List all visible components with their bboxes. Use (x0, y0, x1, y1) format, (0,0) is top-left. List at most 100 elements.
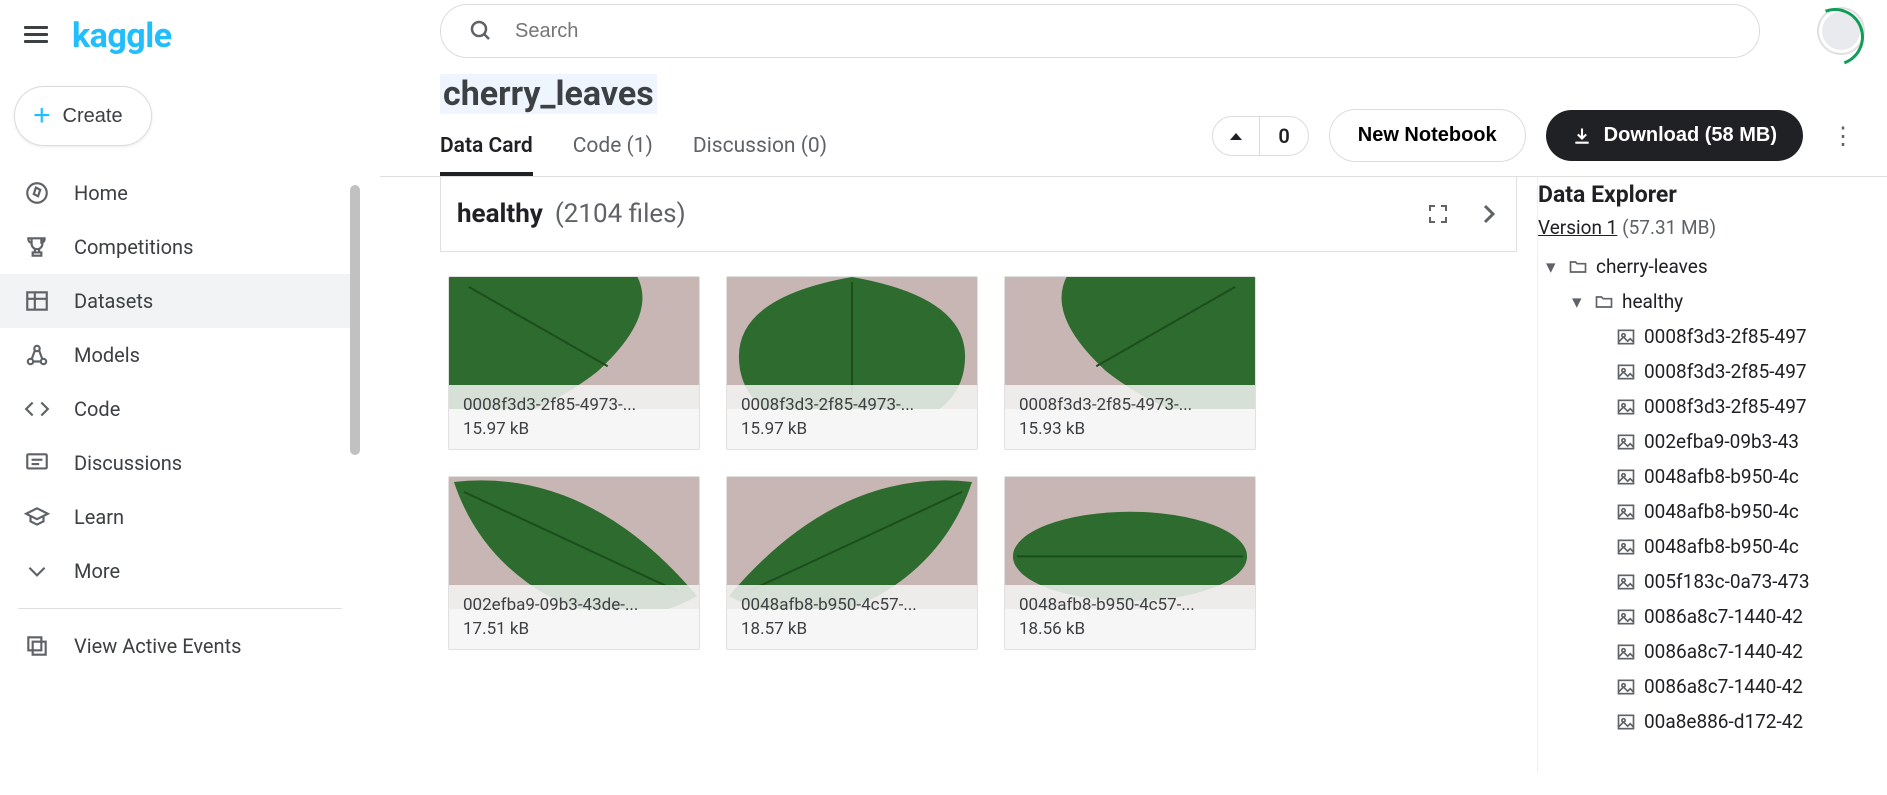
image-file-icon (1616, 397, 1636, 417)
menu-toggle[interactable] (24, 22, 52, 50)
thumbnail-filename: 0008f3d3-2f85-4973-... (741, 395, 963, 415)
trophy-icon (24, 234, 50, 260)
file-count: (2104 files) (555, 199, 686, 229)
version-link[interactable]: Version 1 (1538, 216, 1617, 239)
download-icon (1572, 126, 1592, 146)
nav-divider (18, 608, 342, 609)
thumbnail-meta: 0048afb8-b950-4c57-... 18.57 kB (727, 585, 977, 649)
thumbnail[interactable]: 0008f3d3-2f85-4973-... 15.93 kB (1004, 276, 1256, 450)
tree-folder-sub[interactable]: ▾ healthy (1538, 284, 1879, 319)
view-active-events[interactable]: View Active Events (0, 619, 360, 673)
tree-file[interactable]: 0008f3d3-2f85-497 (1538, 389, 1879, 424)
image-file-icon (1616, 467, 1636, 487)
tree-file[interactable]: 0086a8c7-1440-42 (1538, 634, 1879, 669)
topbar (380, 0, 1887, 62)
folder-header: healthy (2104 files) (440, 177, 1517, 252)
nav-item-learn[interactable]: Learn (0, 490, 360, 544)
chevron-right-icon[interactable] (1476, 202, 1500, 226)
folder-name: healthy (457, 199, 543, 229)
image-file-icon (1616, 362, 1636, 382)
search-box[interactable] (440, 4, 1760, 58)
explorer-title: Data Explorer (1538, 177, 1879, 216)
thumbnail[interactable]: 0008f3d3-2f85-4973-... 15.97 kB (448, 276, 700, 450)
thumbnail-meta: 0008f3d3-2f85-4973-... 15.97 kB (727, 385, 977, 449)
tree-file[interactable]: 002efba9-09b3-43 (1538, 424, 1879, 459)
nav-item-discussions[interactable]: Discussions (0, 436, 360, 490)
thumbnail-filename: 002efba9-09b3-43de-... (463, 595, 685, 615)
folder-icon (1594, 292, 1614, 312)
thumbnail-size: 15.97 kB (741, 419, 963, 439)
thumbnail-filename: 0008f3d3-2f85-4973-... (1019, 395, 1241, 415)
sidebar-scrollbar[interactable] (350, 185, 360, 455)
caret-down-icon: ▾ (1572, 290, 1586, 313)
nav-item-models[interactable]: Models (0, 328, 360, 382)
main: cherry_leaves Data Card Code (1) Discussio… (380, 0, 1887, 795)
thumbnail-size: 15.97 kB (463, 419, 685, 439)
tree-file[interactable]: 0008f3d3-2f85-497 (1538, 354, 1879, 389)
nav-item-home[interactable]: Home (0, 166, 360, 220)
tabs: Data Card Code (1) Discussion (0) (440, 134, 1212, 176)
tree-file[interactable]: 0008f3d3-2f85-497 (1538, 319, 1879, 354)
thumbnail-size: 18.56 kB (1019, 619, 1241, 639)
search-icon (469, 19, 493, 43)
caret-down-icon: ▾ (1546, 255, 1560, 278)
thumbnail-meta: 0008f3d3-2f85-4973-... 15.93 kB (1005, 385, 1255, 449)
dataset-header: cherry_leaves Data Card Code (1) Discussio… (380, 62, 1887, 176)
tree-folder-root[interactable]: ▾ cherry-leaves (1538, 249, 1879, 284)
tree-file[interactable]: 0048afb8-b950-4c (1538, 494, 1879, 529)
thumbnail-size: 17.51 kB (463, 619, 685, 639)
tab-discussion-[interactable]: Discussion (0) (693, 134, 827, 176)
thumbnail[interactable]: 0008f3d3-2f85-4973-... 15.97 kB (726, 276, 978, 450)
thumbnail-size: 18.57 kB (741, 619, 963, 639)
code-icon (24, 396, 50, 422)
sidebar: kaggle + Create HomeCompetitionsDatasets… (0, 0, 360, 795)
image-file-icon (1616, 502, 1636, 522)
upvote-button[interactable] (1213, 117, 1260, 155)
tree-file[interactable]: 005f183c-0a73-473 (1538, 564, 1879, 599)
events-icon (24, 633, 50, 659)
create-button[interactable]: + Create (14, 86, 152, 146)
explorer-version: Version 1 (57.31 MB) (1538, 216, 1879, 249)
file-panel: healthy (2104 files) 0008f3d3-2f85-4973-… (380, 177, 1537, 772)
more-menu[interactable]: ⋮ (1823, 114, 1863, 158)
thumbnail[interactable]: 0048afb8-b950-4c57-... 18.57 kB (726, 476, 978, 650)
nav-list: HomeCompetitionsDatasetsModelsCodeDiscus… (0, 166, 360, 598)
kaggle-logo[interactable]: kaggle (72, 16, 172, 56)
discussions-icon (24, 450, 50, 476)
tab-code-[interactable]: Code (1) (573, 134, 653, 176)
thumbnail-meta: 0048afb8-b950-4c57-... 18.56 kB (1005, 585, 1255, 649)
nav-item-code[interactable]: Code (0, 382, 360, 436)
user-avatar[interactable] (1819, 9, 1863, 53)
search-input[interactable] (515, 20, 1731, 43)
version-size: (57.31 MB) (1622, 216, 1716, 239)
dataset-title: cherry_leaves (440, 74, 657, 114)
image-file-icon (1616, 537, 1636, 557)
thumbnail-meta: 0008f3d3-2f85-4973-... 15.97 kB (449, 385, 699, 449)
nav-item-datasets[interactable]: Datasets (0, 274, 360, 328)
tree-file[interactable]: 0086a8c7-1440-42 (1538, 599, 1879, 634)
image-file-icon (1616, 677, 1636, 697)
tree-file[interactable]: 00a8e886-d172-42 (1538, 704, 1879, 739)
tree-file[interactable]: 0048afb8-b950-4c (1538, 459, 1879, 494)
download-button[interactable]: Download (58 MB) (1546, 110, 1803, 161)
nav-item-competitions[interactable]: Competitions (0, 220, 360, 274)
vote-count: 0 (1260, 124, 1307, 148)
tree-file[interactable]: 0086a8c7-1440-42 (1538, 669, 1879, 704)
content: healthy (2104 files) 0008f3d3-2f85-4973-… (380, 177, 1887, 772)
create-label: Create (63, 105, 123, 128)
tab-data-card[interactable]: Data Card (440, 134, 533, 176)
thumbnail[interactable]: 002efba9-09b3-43de-... 17.51 kB (448, 476, 700, 650)
image-file-icon (1616, 642, 1636, 662)
nav-item-more[interactable]: More (0, 544, 360, 598)
thumbnail[interactable]: 0048afb8-b950-4c57-... 18.56 kB (1004, 476, 1256, 650)
compass-icon (24, 180, 50, 206)
fullscreen-icon[interactable] (1426, 202, 1450, 226)
tree-file[interactable]: 0048afb8-b950-4c (1538, 529, 1879, 564)
new-notebook-button[interactable]: New Notebook (1329, 109, 1526, 162)
plus-icon: + (33, 101, 51, 131)
data-explorer: Data Explorer Version 1 (57.31 MB) ▾ che… (1537, 177, 1887, 772)
folder-icon (1568, 257, 1588, 277)
thumbnail-filename: 0048afb8-b950-4c57-... (1019, 595, 1241, 615)
image-file-icon (1616, 712, 1636, 732)
thumbnail-filename: 0008f3d3-2f85-4973-... (463, 395, 685, 415)
